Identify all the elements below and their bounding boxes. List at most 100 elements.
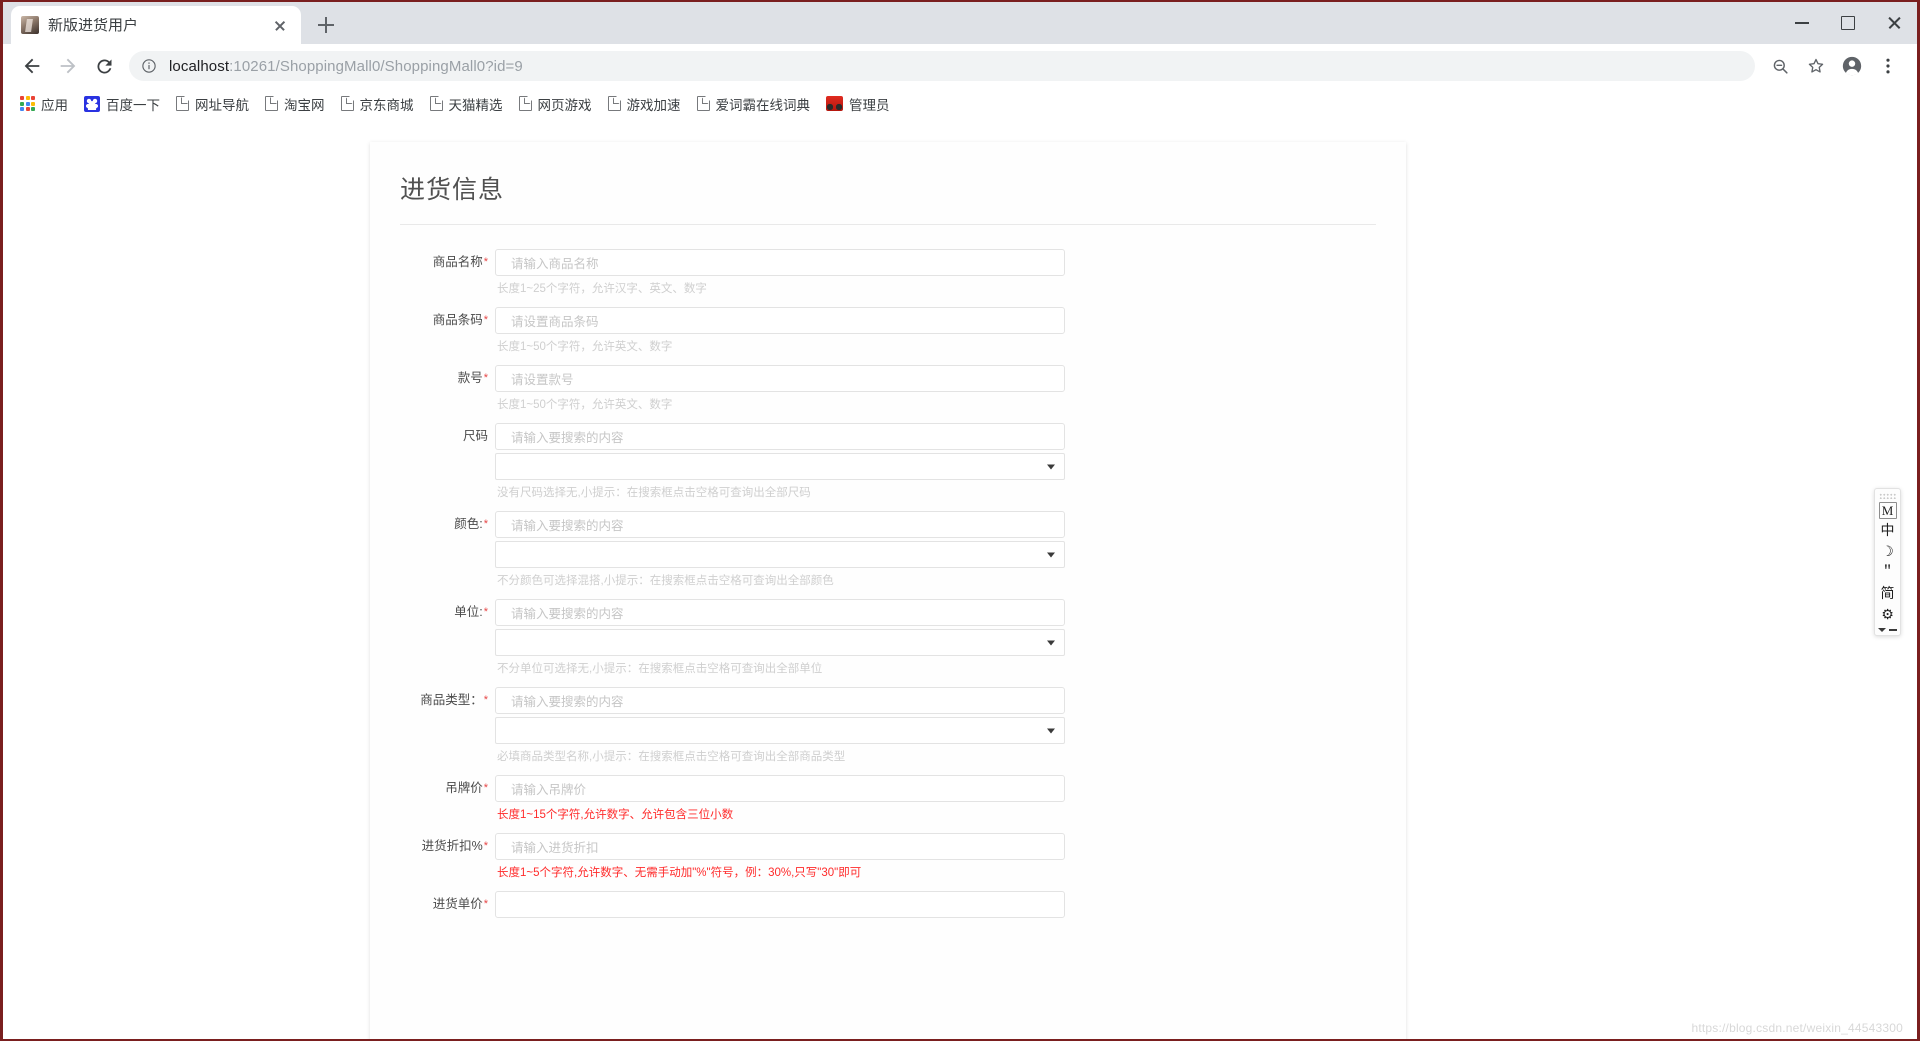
bookmark-baidu[interactable]: 百度一下 (77, 91, 167, 117)
address-bar[interactable]: localhost:10261/ShoppingMall0/ShoppingMa… (129, 51, 1755, 81)
new-tab-button[interactable] (309, 8, 343, 42)
form-row-product-name: 商品名称* 请输入商品名称 长度1~25个字符，允许汉字、英文、数字 (370, 249, 1406, 296)
field-hint: 没有尺码选择无,小提示：在搜索框点击空格可查询出全部尺码 (495, 484, 1065, 500)
ime-logo-m[interactable]: M (1879, 502, 1897, 519)
barcode-input[interactable]: 请设置商品条码 (495, 307, 1065, 334)
ime-settings[interactable]: ⚙ (1877, 604, 1899, 624)
label-text: 商品类型： (420, 693, 483, 707)
label-text: 颜色: (454, 517, 482, 531)
color-search-input[interactable]: 请输入要搜索的内容 (495, 511, 1065, 538)
bookmark-site-4[interactable]: 京东商城 (334, 91, 421, 117)
form-row-style-no: 款号* 请设置款号 长度1~50个字符，允许英文、数字 (370, 365, 1406, 412)
watermark: https://blog.csdn.net/weixin_44543300 (1691, 1021, 1903, 1035)
field-label: 商品名称* (370, 249, 495, 276)
required-marker: * (484, 314, 488, 326)
chevron-down-icon (1047, 552, 1055, 557)
magnifier-icon[interactable] (1763, 49, 1797, 83)
field-hint: 必填商品类型名称,小提示：在搜索框点击空格可查询出全部商品类型 (495, 748, 1065, 764)
ime-punctuation-mode[interactable]: ＂ (1877, 562, 1899, 582)
field-hint-error: 长度1~5个字符,允许数字、无需手动加"%"符号，例：30%,只写"30"即可 (495, 864, 1065, 880)
maximize-window-button[interactable] (1825, 2, 1871, 44)
browser-tab[interactable]: 新版进货用户 (11, 6, 301, 44)
tab-favicon-icon (21, 16, 39, 34)
size-select[interactable] (495, 453, 1065, 480)
bookmark-site-7[interactable]: 游戏加速 (601, 91, 688, 117)
ime-footer-controls (1878, 628, 1897, 632)
baidu-paw-icon (84, 96, 100, 112)
ime-drag-handle[interactable] (1879, 493, 1896, 499)
size-search-input[interactable]: 请输入要搜索的内容 (495, 423, 1065, 450)
ime-simplified-mode[interactable]: 简 (1877, 583, 1899, 603)
bookmark-site-3[interactable]: 淘宝网 (258, 91, 332, 117)
close-window-button[interactable] (1871, 2, 1917, 44)
page-icon (608, 96, 621, 111)
ime-moon-mode[interactable]: ☽ (1877, 541, 1899, 561)
forward-arrow-icon[interactable] (51, 49, 85, 83)
field-hint-error: 长度1~15个字符,允许数字、允许包含三位小数 (495, 806, 1065, 822)
address-bar-url: localhost:10261/ShoppingMall0/ShoppingMa… (169, 58, 523, 75)
field-label: 款号* (370, 365, 495, 392)
required-marker: * (484, 694, 488, 706)
sogou-ime-toolbar[interactable]: M 中 ☽ ＂ 简 ⚙ (1874, 488, 1901, 636)
purchase-discount-input[interactable]: 请输入进货折扣 (495, 833, 1065, 860)
profile-avatar-icon[interactable] (1835, 49, 1869, 83)
reload-icon[interactable] (87, 49, 121, 83)
browser-toolbar: localhost:10261/ShoppingMall0/ShoppingMa… (3, 44, 1917, 88)
required-marker: * (484, 782, 488, 794)
bookmark-site-6[interactable]: 网页游戏 (512, 91, 599, 117)
window-controls (1779, 2, 1917, 44)
ime-chinese-mode[interactable]: 中 (1877, 520, 1899, 540)
bookmark-label: 应用 (41, 94, 68, 114)
bookmark-site-2[interactable]: 网址导航 (169, 91, 256, 117)
label-text: 吊牌价 (445, 781, 483, 795)
form-row-size: 尺码 请输入要搜索的内容 没有尺码选择无,小提示：在搜索框点击空格可查询出全部尺… (370, 423, 1406, 500)
chevron-down-icon (1047, 728, 1055, 733)
ime-expand-icon[interactable] (1878, 628, 1886, 632)
bookmark-label: 百度一下 (106, 94, 160, 114)
page-icon (265, 96, 278, 111)
page-icon (697, 96, 710, 111)
ime-collapse-icon[interactable] (1889, 629, 1897, 631)
chevron-down-icon (1047, 464, 1055, 469)
product-type-search-input[interactable]: 请输入要搜索的内容 (495, 687, 1065, 714)
field-hint: 长度1~25个字符，允许汉字、英文、数字 (495, 280, 1065, 296)
tag-price-input[interactable]: 请输入吊牌价 (495, 775, 1065, 802)
bookmark-label: 天猫精选 (449, 94, 503, 114)
back-arrow-icon[interactable] (15, 49, 49, 83)
unit-select[interactable] (495, 629, 1065, 656)
bookmark-apps[interactable]: 应用 (13, 91, 75, 117)
bookmark-label: 网页游戏 (538, 94, 592, 114)
style-no-input[interactable]: 请设置款号 (495, 365, 1065, 392)
field-label: 单位:* (370, 599, 495, 626)
bookmark-label: 爱词霸在线词典 (716, 94, 811, 114)
star-icon[interactable] (1799, 49, 1833, 83)
product-name-input[interactable]: 请输入商品名称 (495, 249, 1065, 276)
label-text: 进货折扣% (422, 839, 483, 853)
required-marker: * (484, 256, 488, 268)
field-label: 尺码 (370, 423, 495, 450)
minimize-window-button[interactable] (1779, 2, 1825, 44)
required-marker: * (484, 840, 488, 852)
tab-title: 新版进货用户 (48, 18, 269, 33)
field-label: 吊牌价* (370, 775, 495, 802)
page-icon (430, 96, 443, 111)
bookmark-site-8[interactable]: 爱词霸在线词典 (690, 91, 818, 117)
url-path: :10261/ShoppingMall0/ShoppingMall0?id=9 (229, 58, 523, 75)
url-host: localhost (169, 58, 229, 75)
bookmark-admin[interactable]: 管理员 (819, 91, 897, 117)
red-truck-icon (826, 96, 843, 111)
page-icon (176, 96, 189, 111)
purchase-price-input[interactable] (495, 891, 1065, 918)
product-type-select[interactable] (495, 717, 1065, 744)
color-select[interactable] (495, 541, 1065, 568)
apps-grid-icon (20, 96, 35, 111)
close-tab-icon[interactable] (269, 14, 291, 36)
three-dots-menu-icon[interactable] (1871, 49, 1905, 83)
required-marker: * (484, 372, 488, 384)
page-icon (341, 96, 354, 111)
bookmark-site-5[interactable]: 天猫精选 (423, 91, 510, 117)
label-text: 进货单价 (433, 897, 483, 911)
unit-search-input[interactable]: 请输入要搜索的内容 (495, 599, 1065, 626)
form-row-product-type: 商品类型：* 请输入要搜索的内容 必填商品类型名称,小提示：在搜索框点击空格可查… (370, 687, 1406, 764)
info-circle-icon[interactable] (141, 58, 157, 74)
